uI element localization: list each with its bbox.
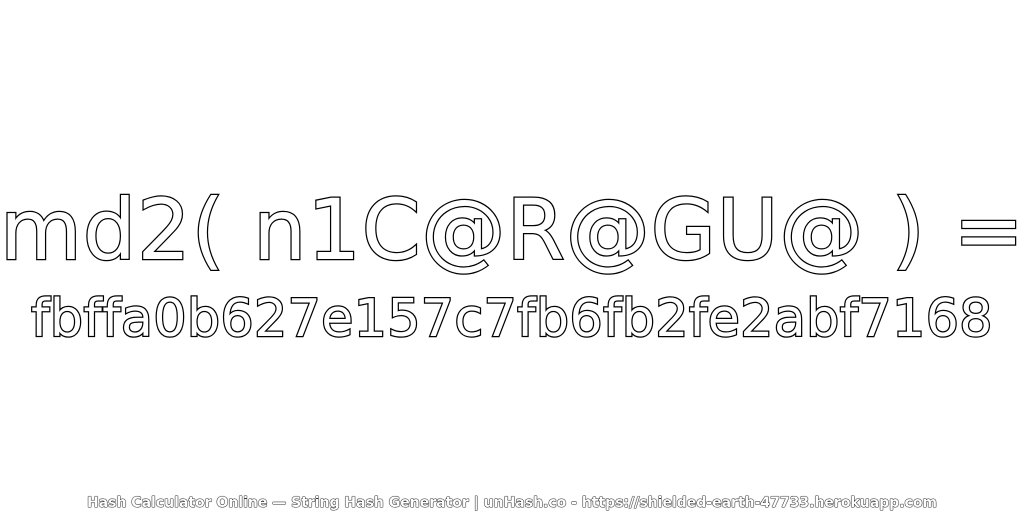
footer-credit: Hash Calculator Online — String Hash Gen… bbox=[86, 495, 938, 512]
hash-result: fbffa0b627e157c7fb6fb2fe2abf7168 bbox=[30, 288, 994, 351]
hash-expression: md2( n1C@R@GU@ ) = bbox=[0, 180, 1024, 281]
